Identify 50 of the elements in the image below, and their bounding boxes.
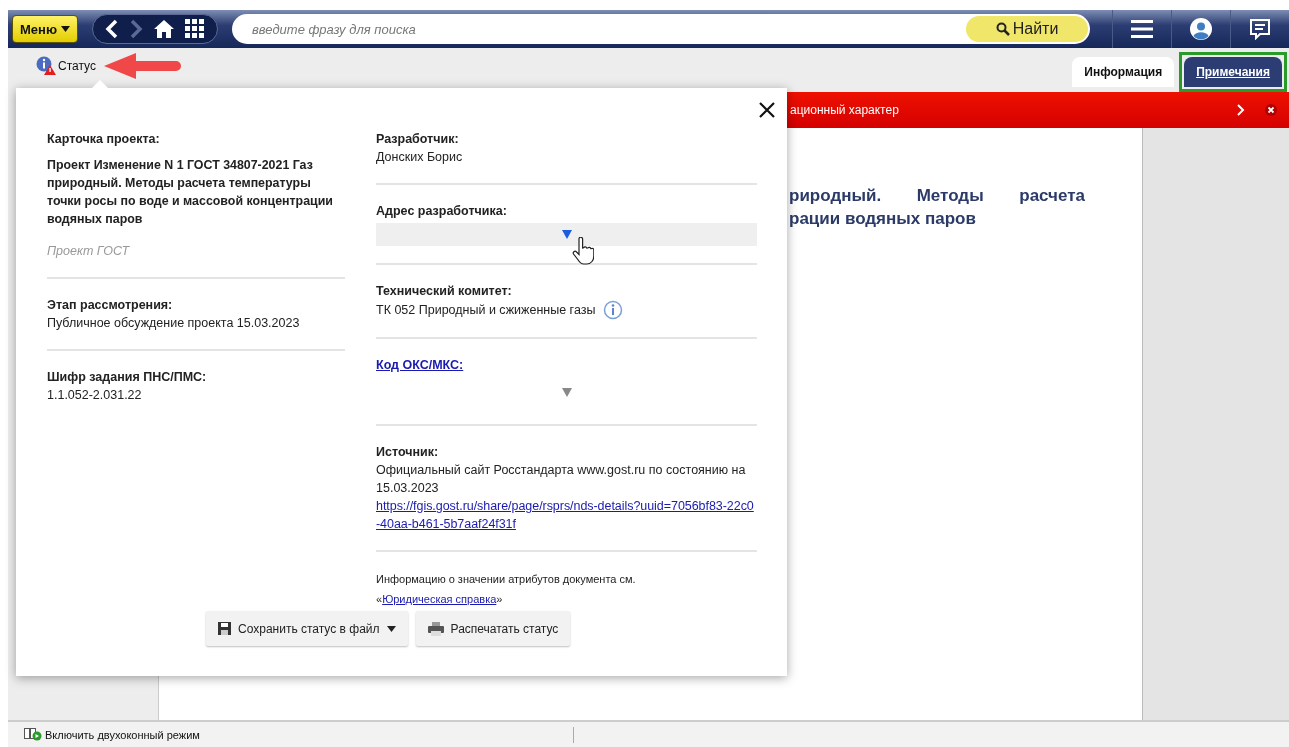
caret-icon — [386, 625, 396, 632]
legal-info-link[interactable]: Юридическая справка — [382, 593, 497, 605]
grid-icon[interactable] — [185, 19, 205, 39]
field-value: 1.1.052-2.031.22 — [47, 387, 143, 404]
field-label: Источник: — [376, 444, 439, 461]
info-icon[interactable] — [603, 300, 624, 320]
close-button[interactable] — [757, 100, 777, 120]
chevron-right-icon[interactable] — [1237, 104, 1245, 116]
printer-icon — [427, 621, 444, 636]
source-link[interactable]: https://fgis.gost.ru/share/page/rsprs/nds-details?uuid=7056bf83-22c0-40aa-b461-5b7aaf24f31f — [376, 497, 754, 533]
back-icon[interactable] — [105, 19, 119, 39]
field-label: Разработчик: — [376, 131, 459, 148]
document-heading: рации водяных паров — [789, 208, 977, 230]
field-value: ТК 052 Природный и сжиженные газы — [376, 302, 596, 319]
arrow-icon — [103, 53, 182, 79]
field-link[interactable]: Код ОКС/МКС: — [376, 356, 464, 374]
project-title: Проект Изменение N 1 ГОСТ 34807-2021 Газ природный. Методы расчета температуры точки росы по воде и массовой концентрации водяных паров — [47, 157, 334, 228]
field-label: Шифр задания ПНС/ПМС: — [47, 369, 207, 386]
field-value: Донских Борис — [376, 149, 464, 166]
banner-text: ационный характер — [790, 103, 900, 117]
home-icon[interactable] — [153, 19, 175, 39]
field-label: Этап рассмотрения: — [47, 297, 173, 314]
field-value: Публичное обсуждение проекта 15.03.2023 — [47, 315, 301, 332]
expand-triangle-icon — [561, 387, 572, 397]
menu-button[interactable]: Меню — [12, 15, 78, 43]
search-icon — [995, 22, 1010, 36]
chat-icon[interactable] — [1249, 18, 1271, 40]
tab[interactable]: Примечания — [1184, 57, 1282, 87]
search-field[interactable]: введите фразу для поиска Найти — [232, 14, 1090, 44]
find-button[interactable]: Найти — [966, 16, 1088, 42]
field-value: Официальный сайт Росстандарта www.gost.ru по состоянию на 15.03.2023 — [376, 462, 747, 497]
menu-icon[interactable] — [1131, 20, 1153, 38]
close-icon[interactable] — [1265, 104, 1277, 116]
status-link[interactable]: Статус — [36, 56, 96, 76]
info-warning-icon — [36, 56, 56, 76]
user-icon[interactable] — [1190, 18, 1212, 40]
save-button[interactable]: Сохранить статус в файл — [206, 611, 408, 646]
tab[interactable]: Информация — [1072, 57, 1175, 87]
two-window-icon — [24, 728, 42, 741]
expand-triangle-icon — [561, 230, 572, 239]
document-heading: риродный. Методы расчета — [789, 185, 1085, 207]
hand-cursor-icon — [572, 237, 594, 265]
caret-icon — [61, 26, 70, 32]
project-type: Проект ГОСТ — [47, 243, 131, 260]
field-label: Адрес разработчика: — [376, 203, 507, 220]
field-label: Карточка проекта: — [47, 131, 160, 148]
footnote-text: Информацию о значении атрибутов документа см. «Юридическая справка» — [376, 572, 637, 607]
two-window-button[interactable]: Включить двухоконный режим — [8, 728, 573, 741]
field-label: Технический комитет: — [376, 283, 512, 300]
print-button[interactable]: Распечатать статус — [415, 611, 571, 646]
